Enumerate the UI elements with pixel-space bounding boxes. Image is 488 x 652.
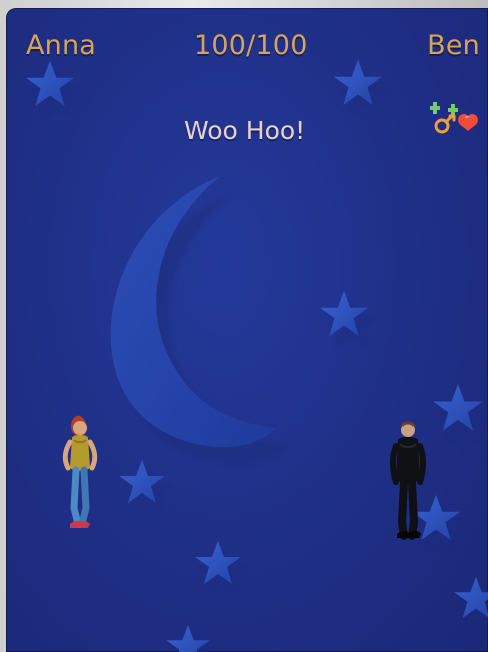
score-counter: 100/100 [194,30,308,61]
ben-character [390,421,426,540]
star-icon [25,59,488,652]
player-left-name: Anna [26,30,97,61]
player-right-name: Ben [427,30,480,61]
status-message: Woo Hoo! [184,116,306,145]
couple-love-icon [430,102,478,134]
game-screen: Anna 100/100 Ben Woo Hoo! [6,8,488,652]
device-frame: Anna 100/100 Ben Woo Hoo! [0,0,488,652]
moon-icon [110,176,288,465]
night-sky [25,59,488,652]
anna-character [62,415,98,528]
